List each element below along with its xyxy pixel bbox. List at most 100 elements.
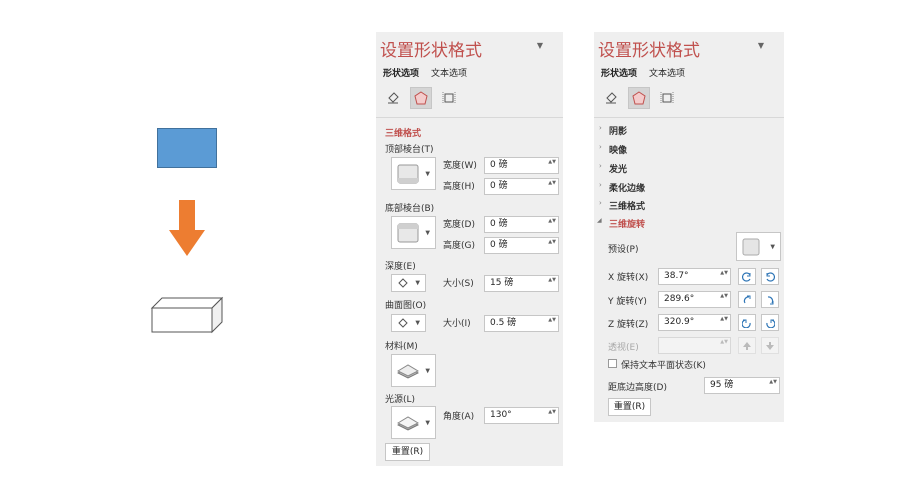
angle-input[interactable]: 130° ▲▼ [484,407,559,424]
divider [594,117,784,118]
bottom-bevel-dropdown[interactable]: ▼ [391,216,436,249]
x-rotation-input[interactable]: 38.7° ▲▼ [658,268,731,285]
bevel-preview-icon [397,223,419,242]
reset-button[interactable]: 重置(R) [608,398,651,416]
spinner-arrows-icon[interactable]: ▲▼ [548,218,556,225]
fill-line-icon[interactable] [600,87,622,109]
reset-button[interactable]: 重置(R) [385,443,430,461]
expanded-triangle-icon[interactable]: ◢ [597,217,602,224]
depth-label: 深度(E) [385,262,416,272]
dropdown-arrow-icon: ▼ [770,243,775,250]
distance-label: 距底边高度(D) [608,383,667,393]
z-rotation-input[interactable]: 320.9° ▲▼ [658,314,731,331]
bottom-width-input[interactable]: 0 磅 ▲▼ [484,216,559,233]
size-properties-icon[interactable] [656,87,678,109]
bevel-preview-icon [397,164,419,183]
chevron-right-icon[interactable]: › [599,199,602,207]
spinner-arrows-icon[interactable]: ▲▼ [548,159,556,166]
format-shape-panel-3d-format: 设置形状格式 ▼ 形状选项 文本选项 三维格式 顶部棱台(T) ▼ 宽度(W) … [376,32,563,466]
rotate-right-icon[interactable] [761,268,779,285]
distance-input[interactable]: 95 磅 ▲▼ [704,377,780,394]
rotate-down-icon[interactable] [761,291,779,308]
spinner-arrows-icon[interactable]: ▲▼ [720,293,728,300]
depth-size-label: 大小(S) [443,279,474,289]
group-3d-rotation[interactable]: 三维旋转 [609,217,645,230]
preset-label: 预设(P) [608,245,639,255]
z-rotation-label: Z 旋转(Z) [608,320,649,330]
y-rotation-label: Y 旋转(Y) [608,297,647,307]
dropdown-arrow-icon: ▼ [415,319,420,327]
paint-bucket-icon [398,278,408,288]
spinner-arrows-icon[interactable]: ▲▼ [548,277,556,284]
bottom-height-value: 0 磅 [490,240,508,250]
spinner-arrows-icon[interactable]: ▲▼ [548,317,556,324]
chevron-right-icon[interactable]: › [599,181,602,189]
angle-value: 130° [490,410,512,420]
category-icons [382,87,460,109]
blue-rectangle-shape [157,128,217,168]
tab-text-options[interactable]: 文本选项 [649,66,685,79]
distance-value: 95 磅 [710,380,734,390]
rotate-clockwise-icon[interactable] [761,314,779,331]
lighting-preview-icon [397,415,419,431]
group-soft-edges[interactable]: 柔化边缘 [609,181,645,194]
effects-pentagon-icon[interactable] [410,87,432,109]
group-3d-format[interactable]: 三维格式 [609,199,645,212]
group-shadow[interactable]: 阴影 [609,124,627,137]
contour-size-input[interactable]: 0.5 磅 ▲▼ [484,315,559,332]
top-width-input[interactable]: 0 磅 ▲▼ [484,157,559,174]
3d-box-shape [150,296,224,334]
size-properties-icon[interactable] [438,87,460,109]
dropdown-arrow-icon: ▼ [425,229,430,236]
tab-text-options[interactable]: 文本选项 [431,66,467,79]
chevron-down-icon[interactable]: ▼ [758,41,764,50]
spinner-arrows-icon[interactable]: ▲▼ [720,270,728,277]
rotation-preset-dropdown[interactable]: ▼ [736,232,781,261]
chevron-right-icon[interactable]: › [599,143,602,151]
rotate-counterclockwise-icon[interactable] [738,314,756,331]
chevron-right-icon[interactable]: › [599,124,602,132]
top-bevel-dropdown[interactable]: ▼ [391,157,436,190]
chevron-right-icon[interactable]: › [599,162,602,170]
dropdown-arrow-icon: ▼ [415,279,420,287]
paint-bucket-icon [398,318,408,328]
dropdown-arrow-icon: ▼ [425,367,430,374]
top-width-value: 0 磅 [490,160,508,170]
depth-size-input[interactable]: 15 磅 ▲▼ [484,275,559,292]
rotate-left-icon[interactable] [738,268,756,285]
group-reflection[interactable]: 映像 [609,143,627,156]
keep-text-flat-checkbox[interactable] [608,359,617,368]
tab-shape-options[interactable]: 形状选项 [383,66,419,79]
material-dropdown[interactable]: ▼ [391,354,436,387]
depth-color-dropdown[interactable]: ▼ [391,274,426,292]
depth-size-value: 15 磅 [490,278,514,288]
spinner-arrows-icon[interactable]: ▲▼ [720,316,728,323]
bottom-height-input[interactable]: 0 磅 ▲▼ [484,237,559,254]
spinner-arrows-icon[interactable]: ▲▼ [548,409,556,416]
perspective-up-icon [738,337,756,354]
top-bevel-label: 顶部棱台(T) [385,145,434,155]
chevron-down-icon[interactable]: ▼ [537,41,543,50]
top-height-input[interactable]: 0 磅 ▲▼ [484,178,559,195]
spinner-arrows-icon[interactable]: ▲▼ [769,379,777,386]
perspective-input: ▲▼ [658,337,731,354]
spinner-arrows-icon[interactable]: ▲▼ [548,180,556,187]
rotate-up-icon[interactable] [738,291,756,308]
group-glow[interactable]: 发光 [609,162,627,175]
top-height-label: 高度(H) [443,182,475,192]
effects-pentagon-icon[interactable] [628,87,650,109]
spinner-arrows-icon: ▲▼ [720,339,728,345]
lighting-dropdown[interactable]: ▼ [391,406,436,439]
bottom-bevel-label: 底部棱台(B) [385,204,435,214]
down-arrow-icon [169,200,205,256]
contour-color-dropdown[interactable]: ▼ [391,314,426,332]
x-rotation-label: X 旋转(X) [608,273,649,283]
fill-line-icon[interactable] [382,87,404,109]
spinner-arrows-icon[interactable]: ▲▼ [548,239,556,246]
panel-title: 设置形状格式 [598,41,700,61]
keep-text-flat-label: 保持文本平面状态(K) [621,361,706,371]
dropdown-arrow-icon: ▼ [425,170,430,177]
bottom-width-label: 宽度(D) [443,220,475,230]
tab-shape-options[interactable]: 形状选项 [601,66,637,79]
y-rotation-input[interactable]: 289.6° ▲▼ [658,291,731,308]
